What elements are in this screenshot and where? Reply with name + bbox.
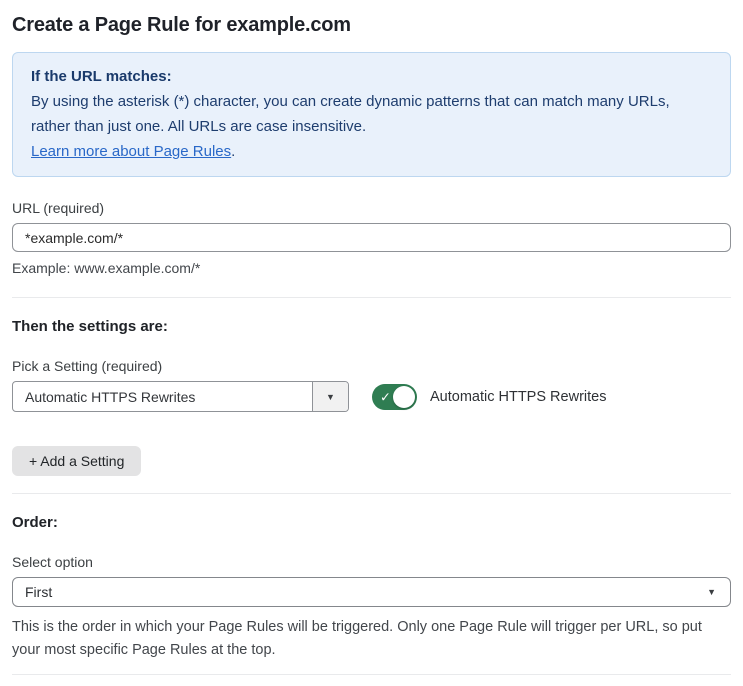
order-select-label: Select option: [12, 554, 93, 570]
url-matches-info-box: If the URL matches: By using the asteris…: [12, 52, 731, 177]
page-title: Create a Page Rule for example.com: [12, 14, 351, 36]
divider: [12, 297, 731, 298]
create-page-rule-panel: Create a Page Rule for example.com If th…: [0, 14, 743, 686]
order-select-value: First: [25, 584, 53, 600]
order-helper-text: This is the order in which your Page Rul…: [12, 619, 702, 658]
learn-more-link[interactable]: Learn more about Page Rules: [31, 143, 231, 160]
url-example-helper: Example: www.example.com/*: [12, 260, 201, 276]
setting-picker-row: Automatic HTTPS Rewrites ▼ ✓ Automatic H…: [12, 381, 731, 412]
dropdown-arrow-icon: ▼: [707, 587, 716, 597]
url-input[interactable]: [12, 223, 731, 252]
pick-setting-label: Pick a Setting (required): [12, 358, 163, 374]
order-select[interactable]: First ▼: [12, 577, 731, 607]
check-icon: ✓: [380, 389, 391, 404]
toggle-label: Automatic HTTPS Rewrites: [430, 388, 607, 405]
info-box-link-line: Learn more about Page Rules.: [31, 139, 712, 164]
info-box-body: By using the asterisk (*) character, you…: [31, 93, 670, 135]
divider: [12, 493, 731, 494]
automatic-https-rewrites-toggle[interactable]: ✓: [372, 383, 417, 410]
divider: [12, 674, 731, 675]
url-field-label: URL (required): [12, 200, 105, 216]
order-section-heading: Order:: [12, 514, 58, 531]
add-setting-button[interactable]: + Add a Setting: [12, 446, 142, 476]
link-suffix: .: [231, 143, 236, 160]
info-box-heading: If the URL matches:: [31, 68, 172, 85]
settings-section-heading: Then the settings are:: [12, 318, 168, 335]
toggle-knob: [393, 385, 415, 408]
setting-select-dropdown-button[interactable]: ▼: [312, 382, 348, 411]
dropdown-arrow-icon: ▼: [326, 391, 335, 402]
setting-select-value: Automatic HTTPS Rewrites: [25, 388, 196, 405]
setting-select[interactable]: Automatic HTTPS Rewrites ▼: [12, 381, 349, 412]
